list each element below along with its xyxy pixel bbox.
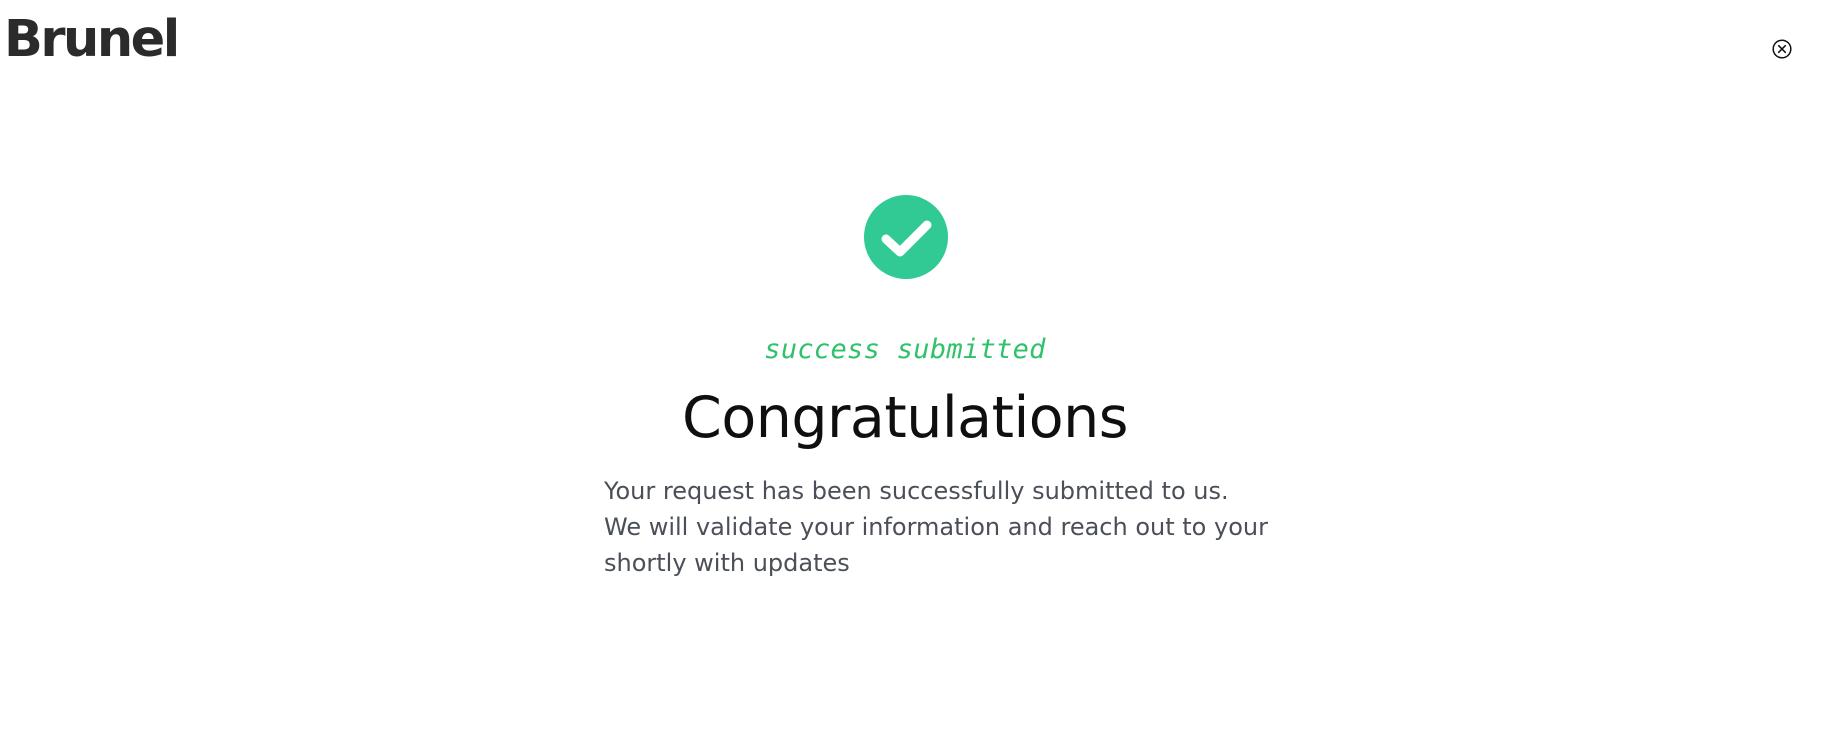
message-line-2: We will validate your information and re…	[604, 513, 1268, 541]
message-line-3: shortly with updates	[604, 549, 850, 577]
brunel-logo[interactable]: Brunel	[4, 14, 180, 65]
message-line-1: Your request has been successfully submi…	[604, 477, 1229, 505]
page-title: Congratulations	[682, 385, 1128, 451]
check-circle-icon	[864, 195, 948, 279]
close-button[interactable]	[1771, 38, 1793, 60]
confirmation-message: Your request has been successfully submi…	[604, 473, 1268, 581]
page-header: Brunel	[0, 0, 1826, 98]
close-circle-icon	[1771, 38, 1793, 60]
success-status-label: success submitted	[764, 334, 1046, 365]
